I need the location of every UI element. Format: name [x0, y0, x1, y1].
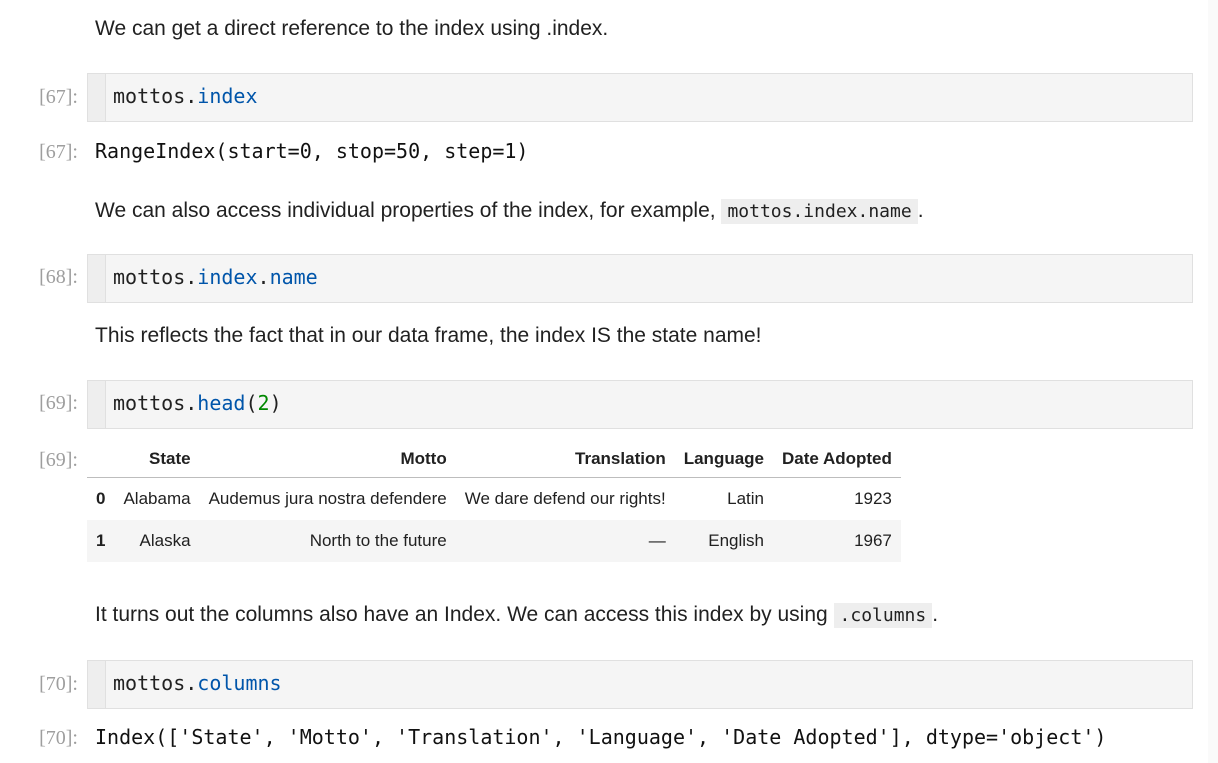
code-token: name: [269, 265, 318, 289]
input-prompt: [70]:: [39, 673, 78, 695]
md-text: .: [917, 199, 924, 222]
table-row: 1 Alaska North to the future — English 1…: [87, 520, 901, 562]
markdown-text: We can also access individual properties…: [95, 199, 924, 224]
input-prompt: [69]:: [39, 392, 78, 414]
cell-gutter: [88, 661, 106, 708]
markdown-text: We can get a direct reference to the ind…: [95, 17, 609, 40]
code-token: .: [185, 84, 198, 108]
table-cell: North to the future: [199, 520, 456, 562]
output-text: RangeIndex(start=0, stop=50, step=1): [95, 139, 529, 163]
code-token: .: [185, 671, 198, 695]
code-text: mottos.columns: [113, 671, 282, 695]
code-cell[interactable]: mottos.head(2): [87, 380, 1193, 429]
cell-gutter: [88, 381, 106, 428]
code-token: index: [197, 265, 258, 289]
code-token: mottos: [113, 84, 186, 108]
column-header: State: [114, 441, 200, 478]
table-cell: Alaska: [114, 520, 200, 562]
table-cell: Alabama: [123, 489, 191, 508]
code-cell[interactable]: mottos.columns: [87, 660, 1193, 709]
table-row: 0 Alabama Audemus jura nostra defendere …: [87, 478, 901, 521]
code-token: mottos: [113, 265, 186, 289]
md-text: .: [932, 603, 939, 626]
table-cell: —: [455, 520, 675, 562]
column-header: Translation: [455, 441, 675, 478]
code-token: ): [269, 391, 282, 415]
code-token: head: [197, 391, 246, 415]
code-text: mottos.index: [113, 84, 258, 108]
table-cell: Audemus jura nostra defendere: [208, 489, 447, 508]
code-text: mottos.head(2): [113, 391, 282, 415]
code-token: (: [245, 391, 258, 415]
inline-code: mottos.index.name: [721, 199, 918, 224]
table-cell: 1967: [773, 520, 901, 562]
column-header: [87, 441, 115, 478]
code-token: index: [197, 84, 258, 108]
output-prompt: [69]:: [39, 449, 78, 471]
code-token: mottos: [113, 391, 186, 415]
code-token: .: [185, 391, 198, 415]
code-token: mottos: [113, 671, 186, 695]
code-token: .: [185, 265, 198, 289]
input-prompt: [68]:: [39, 266, 78, 288]
column-header: Motto: [199, 441, 456, 478]
code-token: columns: [197, 671, 282, 695]
table-cell: Latin: [727, 489, 765, 508]
output-prompt: [70]:: [39, 727, 78, 749]
code-text: mottos.index.name: [113, 265, 318, 289]
md-text: We can also access individual properties…: [95, 199, 716, 222]
column-header: Date Adopted: [773, 441, 901, 478]
table-cell: 1923: [854, 489, 892, 508]
scrollbar[interactable]: [1208, 0, 1218, 763]
output-prompt: [67]:: [39, 141, 78, 163]
table-cell: We dare defend our rights!: [464, 489, 666, 508]
row-index: 1: [87, 520, 115, 562]
cell-gutter: [88, 255, 106, 302]
inline-code: .columns: [833, 603, 933, 628]
markdown-text: This reflects the fact that in our data …: [95, 324, 762, 347]
cell-gutter: [88, 74, 106, 121]
output-text: Index(['State', 'Motto', 'Translation', …: [95, 725, 1107, 749]
code-token: .: [257, 265, 270, 289]
code-cell[interactable]: mottos.index: [87, 73, 1193, 122]
md-text: It turns out the columns also have an In…: [95, 603, 828, 626]
markdown-text: It turns out the columns also have an In…: [95, 603, 939, 628]
row-index: 0: [96, 489, 106, 508]
table-cell: English: [674, 520, 774, 562]
dataframe-table: State Motto Translation Language Date Ad…: [87, 441, 901, 562]
input-prompt: [67]:: [39, 86, 78, 108]
code-token: 2: [257, 391, 270, 415]
code-cell[interactable]: mottos.index.name: [87, 254, 1193, 303]
table-header-row: State Motto Translation Language Date Ad…: [87, 441, 901, 478]
column-header: Language: [674, 441, 774, 478]
